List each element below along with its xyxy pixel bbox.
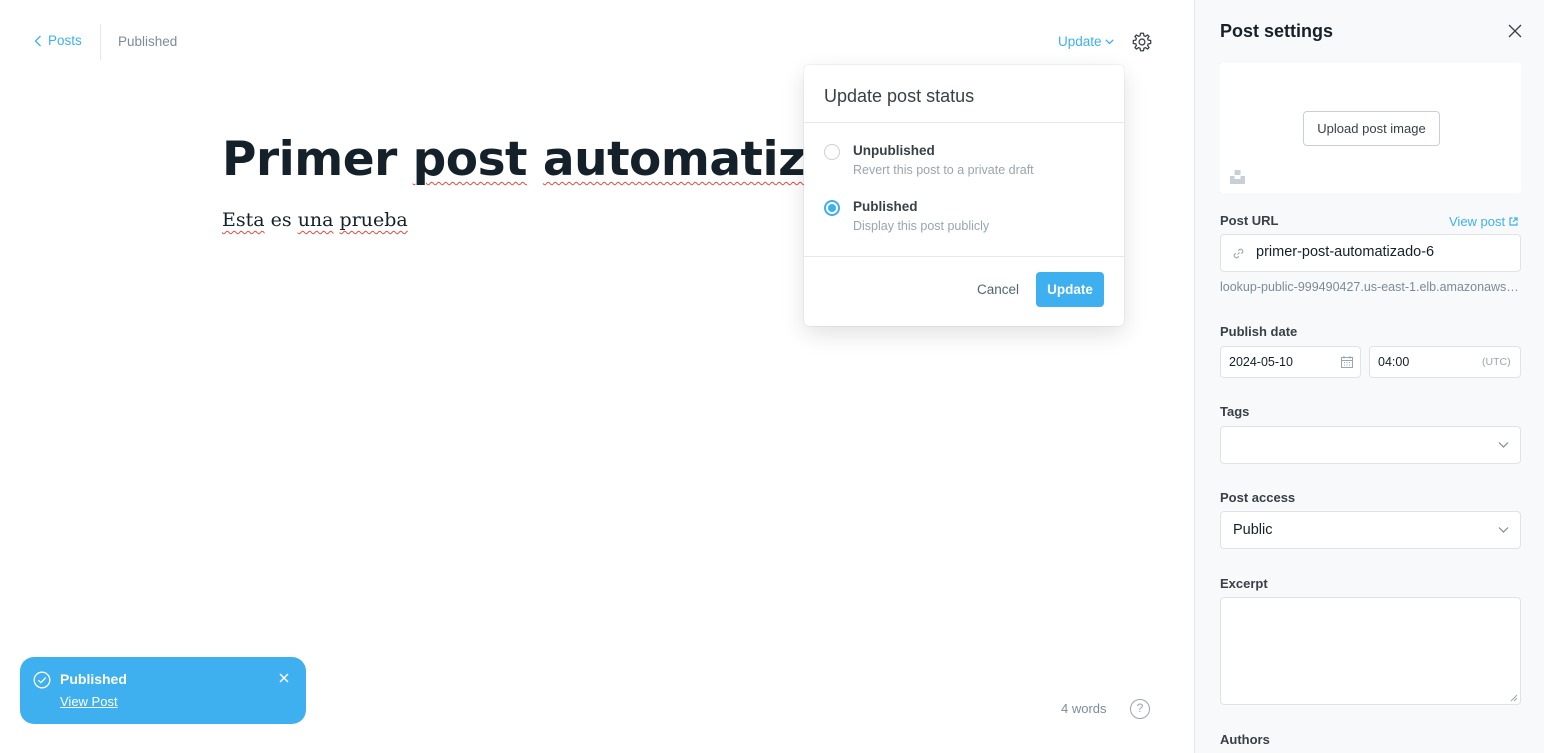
authors-label: Authors: [1220, 732, 1270, 747]
update-status-popover: Update post status Unpublished Revert th…: [804, 65, 1124, 326]
view-post-link[interactable]: View post: [1449, 214, 1518, 229]
time-value: 04:00: [1378, 355, 1410, 369]
post-image-area[interactable]: Upload post image: [1220, 63, 1521, 193]
check-circle-icon: [33, 671, 51, 689]
chevron-down-icon: [1498, 527, 1509, 533]
title-word: Primer: [222, 132, 397, 187]
post-url-input[interactable]: [1256, 244, 1511, 260]
sidebar-title: Post settings: [1220, 21, 1334, 41]
toast-view-post-link[interactable]: View Post: [60, 694, 118, 709]
publish-date-label: Publish date: [1220, 324, 1298, 339]
post-url-label: Post URL: [1220, 213, 1279, 228]
close-icon[interactable]: [1508, 24, 1522, 38]
published-radio[interactable]: [824, 200, 840, 216]
post-access-label: Post access: [1220, 490, 1296, 505]
excerpt-label: Excerpt: [1220, 576, 1268, 591]
option-title: Published: [853, 199, 918, 214]
update-button[interactable]: Update: [1036, 272, 1104, 307]
post-status-label: Published: [118, 34, 178, 49]
popover-heading: Update post status: [804, 65, 1124, 123]
publish-time-field[interactable]: 04:00 (UTC): [1369, 346, 1521, 378]
unpublished-radio[interactable]: [824, 144, 840, 160]
chevron-down-icon: [1498, 442, 1509, 448]
help-button[interactable]: ?: [1130, 699, 1150, 719]
close-icon[interactable]: [277, 671, 291, 685]
link-icon: [1233, 248, 1244, 259]
update-dropdown-trigger[interactable]: Update: [1058, 34, 1114, 49]
word-count: 4 words: [1061, 701, 1107, 716]
external-link-icon: [1509, 217, 1518, 226]
chevron-down-icon: [1104, 38, 1114, 44]
body-word: es: [270, 209, 292, 231]
excerpt-textarea[interactable]: [1220, 597, 1521, 705]
post-access-value: Public: [1233, 522, 1273, 538]
title-word: post: [412, 132, 528, 187]
cancel-button[interactable]: Cancel: [977, 282, 1019, 297]
post-url-field[interactable]: [1220, 234, 1521, 272]
body-word: una: [297, 209, 334, 231]
post-settings-sidebar: Post settings Upload post image Post URL…: [1194, 0, 1544, 753]
chevron-left-icon: [34, 35, 41, 46]
post-body-editor[interactable]: Esta es una prueba: [222, 209, 408, 231]
view-post-label: View post: [1449, 214, 1506, 229]
back-link-label: Posts: [48, 33, 82, 48]
post-title[interactable]: Primer post automatizado: [222, 132, 902, 187]
tags-select[interactable]: [1220, 426, 1521, 464]
calendar-icon[interactable]: [1340, 355, 1354, 369]
settings-gear-icon[interactable]: [1131, 31, 1153, 53]
back-to-posts-link[interactable]: Posts: [34, 33, 82, 48]
option-description: Display this post publicly: [853, 219, 990, 233]
post-access-select[interactable]: Public: [1220, 511, 1521, 549]
option-unpublished[interactable]: Unpublished Revert this post to a privat…: [824, 143, 1034, 177]
unsplash-icon[interactable]: [1230, 169, 1245, 184]
option-description: Revert this post to a private draft: [853, 163, 1034, 177]
upload-post-image-button[interactable]: Upload post image: [1303, 111, 1440, 146]
popover-divider: [804, 256, 1124, 257]
timezone-label: (UTC): [1482, 356, 1511, 368]
toast-title: Published: [60, 671, 127, 687]
header-divider: [100, 24, 101, 60]
post-url-preview: lookup-public-999490427.us-east-1.elb.am…: [1220, 280, 1520, 294]
body-word: Esta: [222, 209, 265, 231]
publish-date-field[interactable]: 2024-05-10: [1220, 346, 1361, 378]
tags-label: Tags: [1220, 404, 1250, 419]
date-value: 2024-05-10: [1229, 355, 1293, 369]
body-word: prueba: [339, 209, 408, 231]
update-trigger-label: Update: [1058, 34, 1102, 49]
option-published[interactable]: Published Display this post publicly: [824, 199, 989, 233]
published-toast: Published View Post: [20, 657, 306, 724]
resize-handle-icon[interactable]: [1510, 694, 1518, 702]
option-title: Unpublished: [853, 143, 935, 158]
